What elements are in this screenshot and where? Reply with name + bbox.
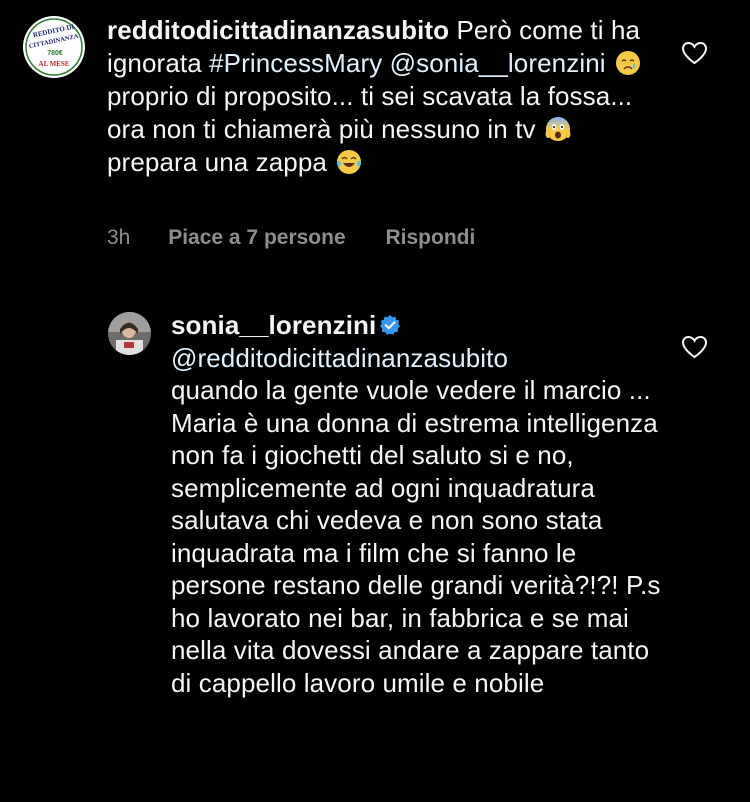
comment-1-body: redditodicittadinanzasubito Però come ti… [107,14,657,179]
comment-1-time: 3h [107,226,131,249]
comment-1-text-part-3: prepara una zappa [107,147,335,177]
tears-of-joy-emoji [337,150,362,174]
heart-icon[interactable] [681,41,708,65]
svg-text:AL MESE: AL MESE [39,60,70,68]
crying-face-emoji [615,51,640,75]
avatar-photo [108,312,151,355]
heart-icon[interactable] [681,335,708,359]
comment-2-body: sonia__lorenzini @redditodicittadinanzas… [171,309,661,699]
mention-link[interactable]: @redditodicittadinanzasubito [171,343,508,373]
comment-1-meta: 3h Piace a 7 persone Rispondi [107,226,475,250]
hashtag-link[interactable]: #PrincessMary [209,48,382,78]
avatar-sonia-lorenzini[interactable] [108,312,151,355]
svg-text:780€: 780€ [47,50,63,57]
comment-2-username[interactable]: sonia__lorenzini [171,310,376,340]
mention-link[interactable]: @sonia__lorenzini [390,48,606,78]
comment-1-likes-link[interactable]: Piace a 7 persone [168,226,345,250]
verified-badge-icon [380,315,401,335]
screaming-face-emoji [545,117,571,141]
comment-2-text: quando la gente vuole vedere il marcio .… [171,375,661,698]
avatar-logo-image: REDDITO DI CITTADINANZA 780€ AL MESE [24,17,84,77]
comment-1-username[interactable]: redditodicittadinanzasubito [107,15,449,45]
comment-1-reply-button[interactable]: Rispondi [385,226,475,250]
avatar-redditodicittadinanzasubito[interactable]: REDDITO DI CITTADINANZA 780€ AL MESE [23,16,85,78]
